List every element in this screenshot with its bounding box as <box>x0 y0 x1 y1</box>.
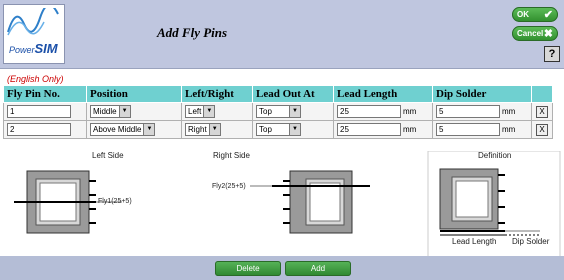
col-fly-pin-no: Fly Pin No. <box>3 85 87 103</box>
col-lead-out-at: Lead Out At <box>252 85 334 103</box>
help-button[interactable]: ? <box>544 46 560 62</box>
pin-no-input[interactable]: 2 <box>7 123 71 136</box>
close-icon: ✖ <box>543 28 553 40</box>
help-label: ? <box>548 48 556 60</box>
position-value: Middle <box>93 107 117 116</box>
dip-solder-label: Dip Solder <box>512 237 550 246</box>
lead-out-value: Top <box>259 107 272 116</box>
powersim-logo: PowerSIM <box>3 4 65 64</box>
side-select[interactable]: Left ▼ <box>185 105 216 118</box>
col-dip-solder: Dip Solder <box>432 85 532 103</box>
lead-length-unit: mm <box>403 125 417 134</box>
add-button[interactable]: Add <box>285 261 351 276</box>
side-value: Left <box>188 107 202 116</box>
chevron-down-icon: ▼ <box>208 124 220 135</box>
cancel-button[interactable]: Cancel ✖ <box>512 26 558 41</box>
ok-button[interactable]: OK ✔ <box>512 7 558 22</box>
chevron-down-icon: ▼ <box>289 106 300 117</box>
table-header-row: Fly Pin No. Position Left/Right Lead Out… <box>3 85 553 103</box>
pin-no-input[interactable]: 1 <box>7 105 71 118</box>
dip-solder-unit: mm <box>502 125 516 134</box>
lead-length-input[interactable]: 25 <box>337 123 401 136</box>
delete-button[interactable]: Delete <box>215 261 281 276</box>
chevron-down-icon: ▼ <box>289 124 300 135</box>
definition-transformer <box>439 168 540 236</box>
dip-solder-unit: mm <box>502 107 516 116</box>
english-only-note: (English Only) <box>7 74 64 84</box>
table-row: 2 Above Middle ▼ Right ▼ Top ▼ 25 mm 5 mm X <box>3 120 553 139</box>
fly-pin-table: Fly Pin No. Position Left/Right Lead Out… <box>3 85 553 139</box>
delete-row-button[interactable]: X <box>536 123 548 136</box>
lead-out-select[interactable]: Top ▼ <box>256 105 301 118</box>
table-row: 1 Middle ▼ Left ▼ Top ▼ 25 mm 5 mm X <box>3 102 553 121</box>
diagram-area: Left Side Right Side Definition Fly1(25+… <box>0 151 564 257</box>
lead-length-unit: mm <box>403 107 417 116</box>
lead-length-input[interactable]: 25 <box>337 105 401 118</box>
chevron-down-icon: ▼ <box>143 124 155 135</box>
footer: Delete Add <box>0 256 564 280</box>
lead-length-label: Lead Length <box>452 237 497 246</box>
dip-solder-input[interactable]: 5 <box>436 123 500 136</box>
page-title: Add Fly Pins <box>157 25 228 40</box>
dip-solder-input[interactable]: 5 <box>436 105 500 118</box>
logo-sim: SIM <box>34 41 58 56</box>
lead-out-select[interactable]: Top ▼ <box>256 123 301 136</box>
chevron-down-icon: ▼ <box>203 106 215 117</box>
position-value: Above Middle <box>93 125 142 134</box>
side-value: Right <box>188 125 207 134</box>
ok-label: OK <box>517 10 529 19</box>
check-icon: ✔ <box>543 9 553 21</box>
col-position: Position <box>86 85 182 103</box>
side-select[interactable]: Right ▼ <box>185 123 221 136</box>
col-delete <box>531 85 553 103</box>
col-left-right: Left/Right <box>181 85 253 103</box>
cancel-label: Cancel <box>517 29 544 38</box>
fly1-label: Fly1(25+5) <box>98 198 132 205</box>
right-side-transformer <box>250 170 370 234</box>
delete-row-button[interactable]: X <box>536 105 548 118</box>
col-lead-length: Lead Length <box>333 85 433 103</box>
lead-out-value: Top <box>259 125 272 134</box>
fly2-label: Fly2(25+5) <box>212 183 246 190</box>
chevron-down-icon: ▼ <box>118 106 130 117</box>
position-select[interactable]: Middle ▼ <box>90 105 131 118</box>
wave-icon <box>7 8 59 36</box>
position-select[interactable]: Above Middle ▼ <box>90 123 156 136</box>
logo-power: Power <box>9 45 35 55</box>
fly-pin-panel: (English Only) Fly Pin No. Position Left… <box>0 68 564 257</box>
header: PowerSIM Add Fly Pins OK ✔ Cancel ✖ ? <box>0 0 564 68</box>
